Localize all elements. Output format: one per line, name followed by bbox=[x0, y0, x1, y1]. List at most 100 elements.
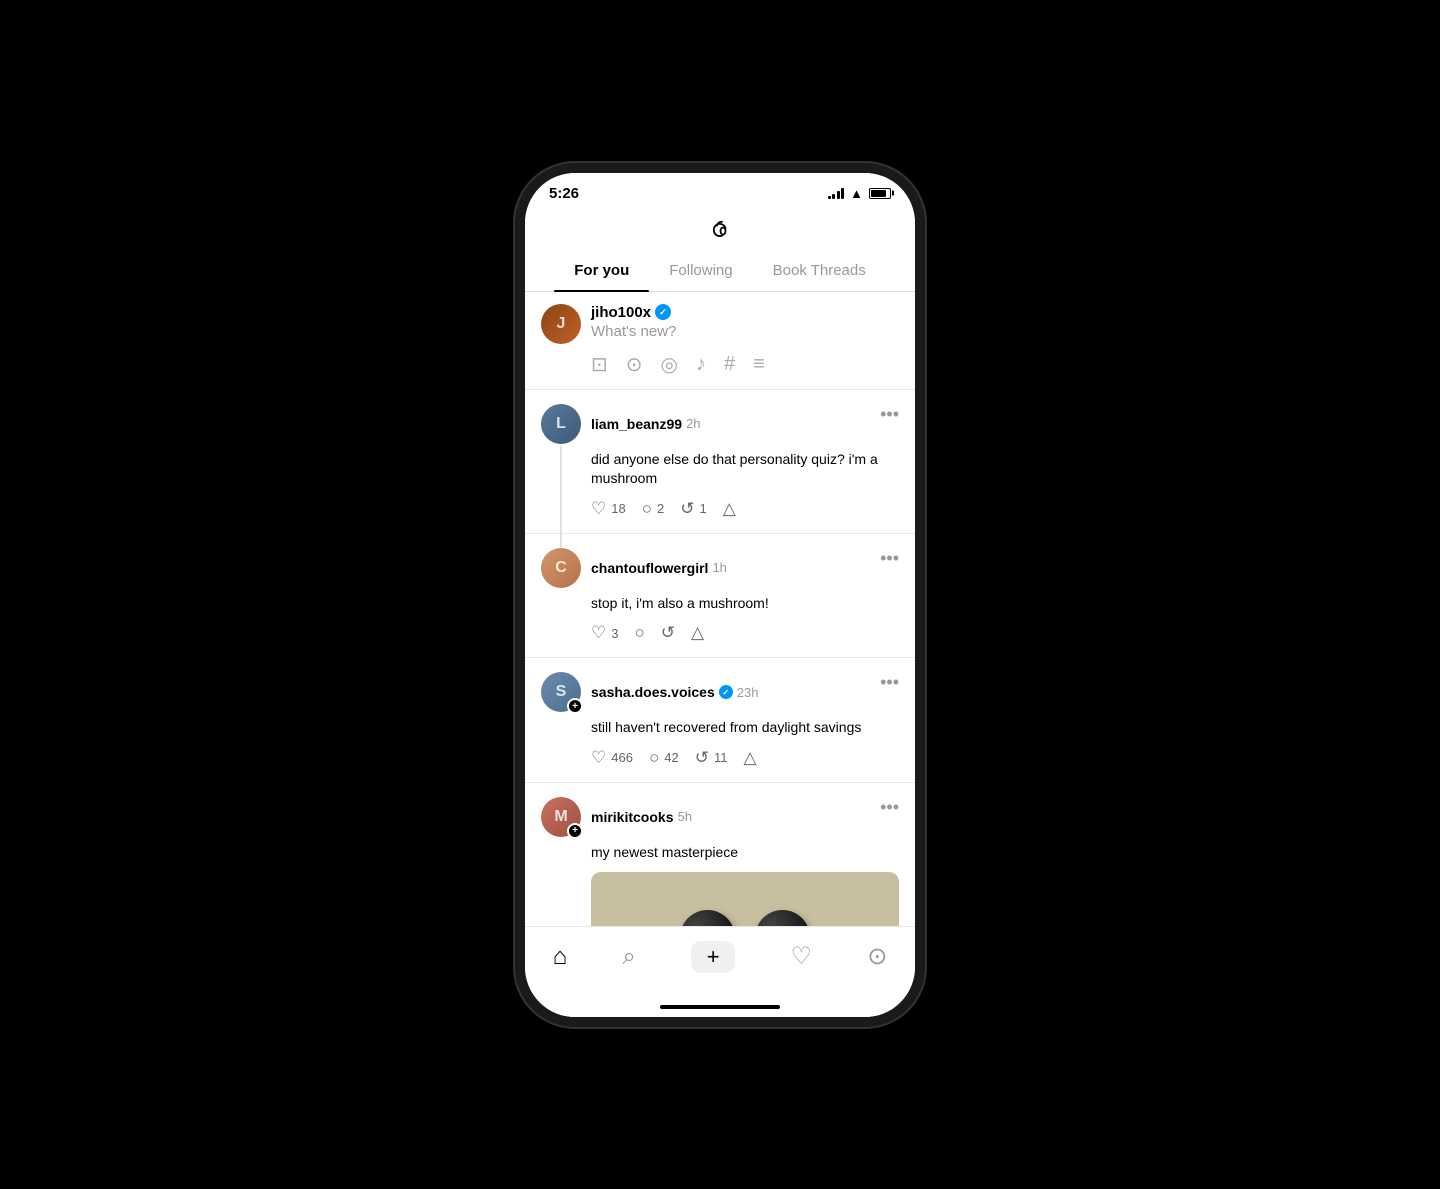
repost-count: 11 bbox=[714, 750, 728, 765]
tabs-bar: For you Following Book Threads bbox=[525, 250, 915, 292]
post-more-icon[interactable]: ••• bbox=[880, 548, 899, 569]
like-button[interactable]: ♡ 18 bbox=[591, 499, 626, 519]
share-button[interactable]: △ bbox=[723, 499, 736, 519]
status-bar: 5:26 ▲ bbox=[525, 173, 915, 206]
more-options-icon[interactable]: ≡ bbox=[753, 353, 765, 376]
verified-badge-icon: ✓ bbox=[719, 685, 733, 699]
post-header: S + sasha.does.voices ✓ 23h ••• bbox=[541, 672, 899, 712]
post-avatar: L bbox=[541, 404, 581, 444]
threads-logo-icon bbox=[704, 214, 736, 246]
like-count: 18 bbox=[611, 501, 625, 516]
like-count: 466 bbox=[611, 750, 633, 765]
heart-icon: ♡ bbox=[591, 748, 606, 768]
repost-button[interactable]: ↺ 1 bbox=[680, 499, 706, 519]
nav-profile[interactable]: ⊙ bbox=[851, 938, 903, 975]
avatar-plus-wrapper: M + bbox=[541, 797, 581, 837]
post-item: L liam_beanz99 2h ••• did anyone else do… bbox=[525, 390, 915, 534]
post-more-icon[interactable]: ••• bbox=[880, 797, 899, 818]
post-user-info: C chantouflowergirl 1h bbox=[541, 548, 727, 588]
post-actions: ♡ 3 ○ ↺ △ bbox=[591, 623, 899, 643]
repost-button[interactable]: ↺ bbox=[661, 623, 675, 643]
post-actions: ♡ 18 ○ 2 ↺ 1 △ bbox=[591, 499, 899, 519]
app-header bbox=[525, 206, 915, 250]
like-button[interactable]: ♡ 466 bbox=[591, 748, 633, 768]
food-circle-1 bbox=[680, 910, 735, 926]
phone-frame: 5:26 ▲ For you Following bbox=[525, 173, 915, 1017]
comment-count: 42 bbox=[664, 750, 678, 765]
compose-icons: ⊡ ⊙ ◎ ♪ # ≡ bbox=[591, 352, 899, 377]
comment-button[interactable]: ○ 42 bbox=[649, 748, 679, 768]
post-username[interactable]: sasha.does.voices bbox=[591, 684, 715, 700]
post-user-info: L liam_beanz99 2h bbox=[541, 404, 701, 444]
home-bar bbox=[660, 1005, 780, 1009]
post-time: 5h bbox=[677, 809, 691, 824]
post-content: still haven't recovered from daylight sa… bbox=[591, 718, 899, 738]
post-username[interactable]: liam_beanz99 bbox=[591, 416, 682, 432]
camera-icon[interactable]: ⊙ bbox=[626, 352, 643, 377]
bottom-nav: ⌂ ⌕ + ♡ ⊙ bbox=[525, 926, 915, 997]
post-username[interactable]: chantouflowergirl bbox=[591, 560, 708, 576]
heart-icon: ♡ bbox=[591, 623, 606, 643]
share-icon: △ bbox=[743, 748, 756, 768]
tab-for-you[interactable]: For you bbox=[554, 250, 649, 291]
status-time: 5:26 bbox=[549, 185, 579, 202]
post-meta: sasha.does.voices ✓ 23h bbox=[591, 684, 758, 700]
post-header: M + mirikitcooks 5h ••• bbox=[541, 797, 899, 837]
gallery-icon[interactable]: ⊡ bbox=[591, 352, 608, 377]
thread-line bbox=[560, 446, 562, 547]
compose-username: jiho100x ✓ bbox=[591, 304, 899, 321]
nav-search[interactable]: ⌕ bbox=[606, 939, 651, 975]
post-time: 1h bbox=[712, 560, 726, 575]
reply-item: C chantouflowergirl 1h ••• stop it, i'm … bbox=[525, 534, 915, 659]
compose-section: J jiho100x ✓ What's new? ⊡ ⊙ ◎ ♪ # ≡ bbox=[525, 292, 915, 390]
post-username[interactable]: mirikitcooks bbox=[591, 809, 673, 825]
like-button[interactable]: ♡ 3 bbox=[591, 623, 618, 643]
like-count: 3 bbox=[611, 626, 618, 641]
comment-button[interactable]: ○ bbox=[634, 623, 644, 643]
post-time: 2h bbox=[686, 416, 700, 431]
status-icons: ▲ bbox=[828, 186, 891, 201]
food-image-content bbox=[591, 872, 899, 925]
feed-container: J jiho100x ✓ What's new? ⊡ ⊙ ◎ ♪ # ≡ bbox=[525, 292, 915, 926]
post-item: S + sasha.does.voices ✓ 23h ••• still ha… bbox=[525, 658, 915, 783]
create-button[interactable]: + bbox=[691, 941, 735, 973]
gif-icon[interactable]: ◎ bbox=[661, 352, 678, 377]
comment-button[interactable]: ○ 2 bbox=[642, 499, 665, 519]
plus-badge-icon: + bbox=[567, 823, 583, 839]
compose-avatar: J bbox=[541, 304, 581, 344]
post-meta: liam_beanz99 2h bbox=[591, 416, 701, 432]
repost-button[interactable]: ↺ 11 bbox=[695, 748, 728, 768]
share-icon: △ bbox=[691, 623, 704, 643]
battery-icon bbox=[869, 188, 891, 199]
repost-icon: ↺ bbox=[695, 748, 709, 768]
microphone-icon[interactable]: ♪ bbox=[696, 353, 706, 376]
compose-placeholder[interactable]: What's new? bbox=[591, 323, 899, 340]
nav-create[interactable]: + bbox=[675, 937, 751, 977]
share-icon: △ bbox=[723, 499, 736, 519]
repost-icon: ↺ bbox=[680, 499, 694, 519]
comment-icon: ○ bbox=[649, 748, 659, 768]
comment-count: 2 bbox=[657, 501, 664, 516]
post-image bbox=[591, 872, 899, 925]
compose-right: jiho100x ✓ What's new? ⊡ ⊙ ◎ ♪ # ≡ bbox=[591, 304, 899, 377]
post-item: M + mirikitcooks 5h ••• my newest master… bbox=[525, 783, 915, 926]
repost-icon: ↺ bbox=[661, 623, 675, 643]
signal-icon bbox=[828, 187, 845, 199]
hashtag-icon[interactable]: # bbox=[724, 353, 735, 376]
wifi-icon: ▲ bbox=[850, 186, 863, 201]
share-button[interactable]: △ bbox=[743, 748, 756, 768]
nav-home[interactable]: ⌂ bbox=[537, 939, 584, 975]
post-more-icon[interactable]: ••• bbox=[880, 404, 899, 425]
reply-avatar: C bbox=[541, 548, 581, 588]
post-meta: mirikitcooks 5h bbox=[591, 809, 692, 825]
post-more-icon[interactable]: ••• bbox=[880, 672, 899, 693]
food-circle-2 bbox=[755, 910, 810, 926]
nav-likes[interactable]: ♡ bbox=[774, 938, 828, 975]
plus-badge-icon: + bbox=[567, 698, 583, 714]
tab-book-threads[interactable]: Book Threads bbox=[753, 250, 886, 291]
search-icon: ⌕ bbox=[622, 943, 635, 971]
share-button[interactable]: △ bbox=[691, 623, 704, 643]
post-user-info: M + mirikitcooks 5h bbox=[541, 797, 692, 837]
tab-following[interactable]: Following bbox=[649, 250, 752, 291]
post-content: my newest masterpiece bbox=[591, 843, 899, 863]
